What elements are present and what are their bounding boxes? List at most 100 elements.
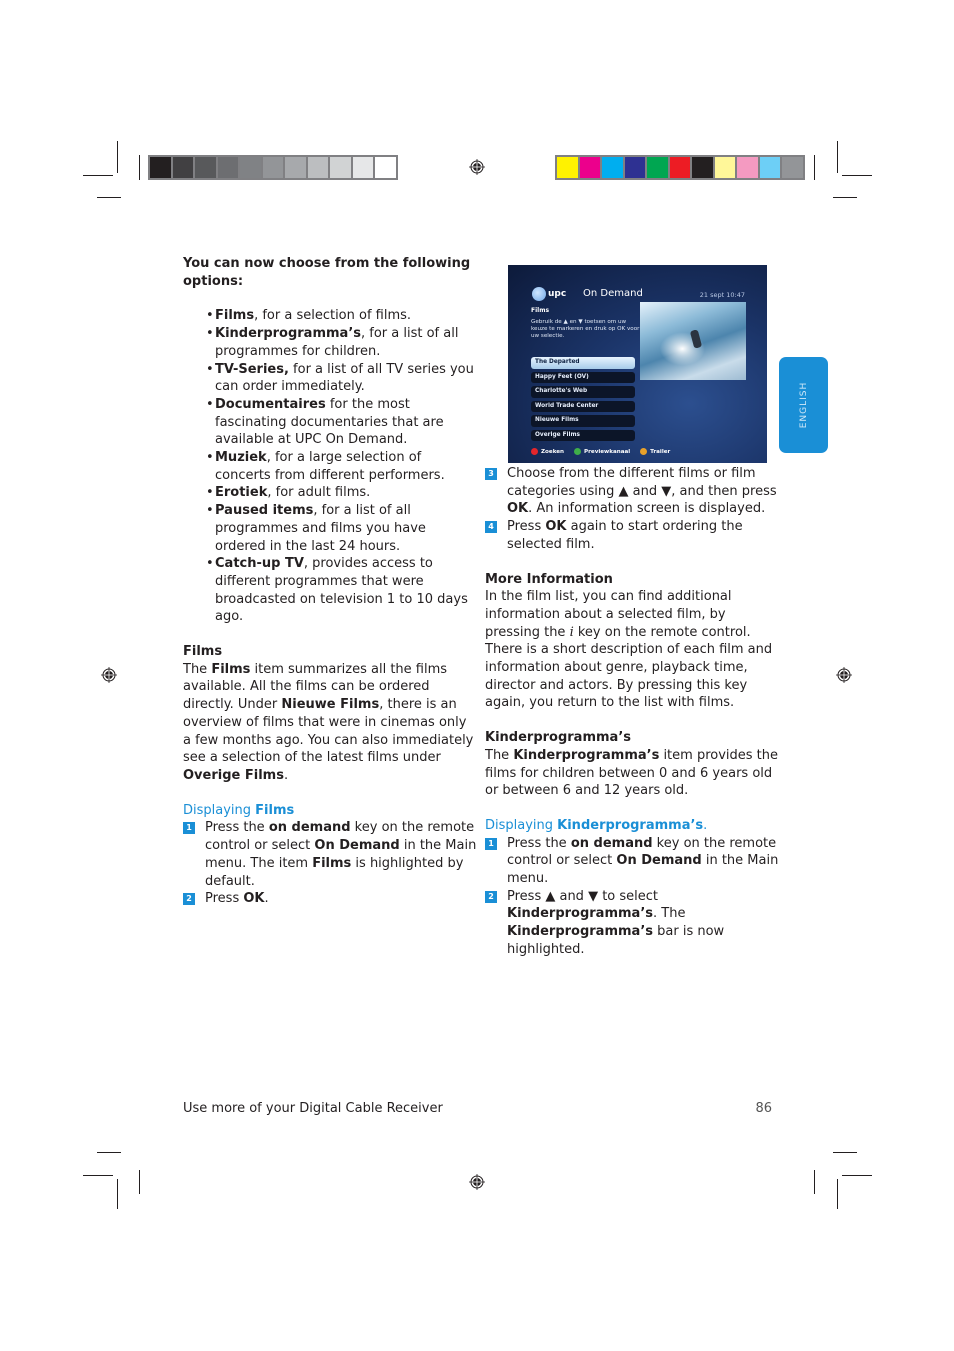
bullet-icon: •: [206, 361, 214, 377]
text: Choose from the different films or film …: [507, 466, 777, 499]
options-list: • Films, for a selection of films. • Kinder…: [206, 307, 478, 626]
text-bold: Kinderprogramma’s: [557, 817, 704, 833]
tv-legend-label: Trailer: [650, 448, 671, 455]
tv-legend-key: Previewkanaal: [574, 448, 630, 455]
gray-swatch: [195, 157, 216, 178]
step-item: 1 Press the on demand key on the remote …: [485, 835, 780, 888]
text-bold: Kinderprogramma’s: [507, 906, 653, 922]
tv-legend-key: Trailer: [640, 448, 670, 455]
text: Press ▲ and ▼ to select: [507, 888, 659, 904]
bullet-icon: •: [206, 556, 214, 572]
color-swatch: [782, 157, 804, 178]
registration-mark-icon: [469, 1174, 485, 1190]
text: .: [283, 767, 289, 783]
bullet-icon: •: [206, 485, 214, 501]
color-swatch: [669, 157, 691, 178]
displaying-films-heading: Displaying Films: [183, 802, 478, 820]
step-item: 3 Choose from the different films or fil…: [485, 465, 780, 518]
option-name: Kinderprogramma’s: [215, 326, 361, 342]
step-number-badge: 2: [183, 893, 195, 906]
color-swatch: [759, 157, 781, 178]
crop-mark: [139, 155, 140, 180]
text: The: [485, 747, 514, 763]
gray-swatch: [240, 157, 261, 178]
crop-mark: [117, 141, 118, 173]
text: Press the: [507, 835, 571, 851]
text: Displaying: [183, 802, 256, 818]
more-info-heading: More Information: [485, 571, 613, 587]
crop-mark: [97, 197, 121, 198]
text-bold: Kinderprogramma’s: [513, 747, 660, 763]
crop-mark: [814, 1170, 815, 1194]
option-list-item: • Films, for a selection of films.: [206, 307, 478, 325]
text: Press: [205, 891, 244, 907]
color-swatch: [714, 157, 736, 178]
tv-title: On Demand: [583, 288, 643, 299]
option-name: Films: [215, 308, 255, 324]
registration-mark-icon: [101, 667, 117, 683]
tv-date: 21 sept 10:47: [699, 291, 745, 299]
tv-legend-label: Previewkanaal: [584, 448, 631, 455]
crop-mark: [837, 1179, 838, 1209]
left-column: You can now choose from the following op…: [183, 255, 478, 908]
text-bold: Overige Films: [183, 767, 284, 783]
grayscale-calibration-bar: [148, 155, 398, 180]
tv-menu-item: Overige Films: [531, 429, 635, 441]
crop-mark: [117, 1179, 118, 1209]
step-number-badge: 1: [183, 822, 195, 835]
page-number: 86: [755, 1101, 772, 1116]
crop-mark: [83, 175, 113, 176]
step-item: 1 Press the on demand key on the remote …: [183, 819, 478, 890]
kinder-paragraph: The Kinderprogramma’s item provides the …: [485, 747, 780, 800]
tv-film-menu: The Departed Happy Feet (OV) Charlotte's W…: [531, 357, 635, 444]
text-bold: On Demand: [616, 853, 702, 869]
gray-swatch: [262, 157, 284, 178]
option-name: Muziek: [215, 450, 267, 466]
text: Press: [507, 519, 546, 535]
option-list-item: • Erotiek, for adult films.: [206, 484, 478, 502]
text: Press the: [205, 820, 269, 836]
tv-legend-key: Zoeken: [531, 448, 564, 455]
tv-menu-item: Happy Feet (OV): [531, 371, 635, 383]
option-name: Documentaires: [215, 396, 326, 412]
text: Displaying: [485, 817, 558, 833]
gray-swatch: [285, 157, 306, 178]
text: .: [703, 817, 708, 833]
bullet-icon: •: [206, 503, 214, 519]
step-number-badge: 2: [485, 890, 497, 903]
more-info-paragraph-2: There is a short description of each fil…: [485, 642, 773, 711]
step-number-badge: 1: [485, 837, 497, 850]
color-swatch: [557, 157, 578, 178]
upc-logo-icon: [532, 287, 546, 301]
right-column: 3 Choose from the different films or fil…: [485, 465, 780, 959]
option-list-item: • Paused items, for a list of all program…: [206, 502, 478, 555]
gray-swatch: [150, 157, 171, 178]
language-tab: ENGLISH: [779, 357, 828, 453]
text: key on the remote control.: [573, 624, 751, 640]
crop-mark: [842, 1175, 872, 1176]
option-name: Paused items: [215, 503, 314, 519]
step-number-badge: 4: [485, 521, 497, 534]
bullet-icon: •: [206, 308, 214, 324]
option-list-item: • Documentaires for the most fascinating …: [206, 396, 478, 449]
color-swatch: [647, 157, 668, 178]
text-bold: Kinderprogramma’s: [507, 924, 653, 940]
text-bold: Films: [255, 802, 295, 818]
option-list-item: • TV-Series, for a list of all TV series …: [206, 361, 478, 396]
intro-heading: You can now choose from the following op…: [183, 256, 471, 289]
gray-swatch: [352, 157, 374, 178]
displaying-kinder-heading: Displaying Kinderprogramma’s.: [485, 817, 780, 835]
color-calibration-bar: [555, 155, 805, 180]
text-bold: OK: [243, 891, 265, 907]
crop-mark: [83, 1175, 113, 1176]
tv-menu-item: World Trade Center: [531, 400, 635, 412]
color-swatch: [692, 157, 713, 178]
option-list-item: • Kinderprogramma’s, for a list of all pr…: [206, 325, 478, 360]
gray-swatch: [217, 157, 239, 178]
crop-mark: [833, 1152, 857, 1153]
tv-brand: upc: [548, 289, 567, 299]
films-heading: Films: [183, 644, 223, 660]
language-label: ENGLISH: [798, 381, 809, 429]
text: The: [183, 661, 212, 677]
text-bold: On Demand: [314, 838, 400, 854]
